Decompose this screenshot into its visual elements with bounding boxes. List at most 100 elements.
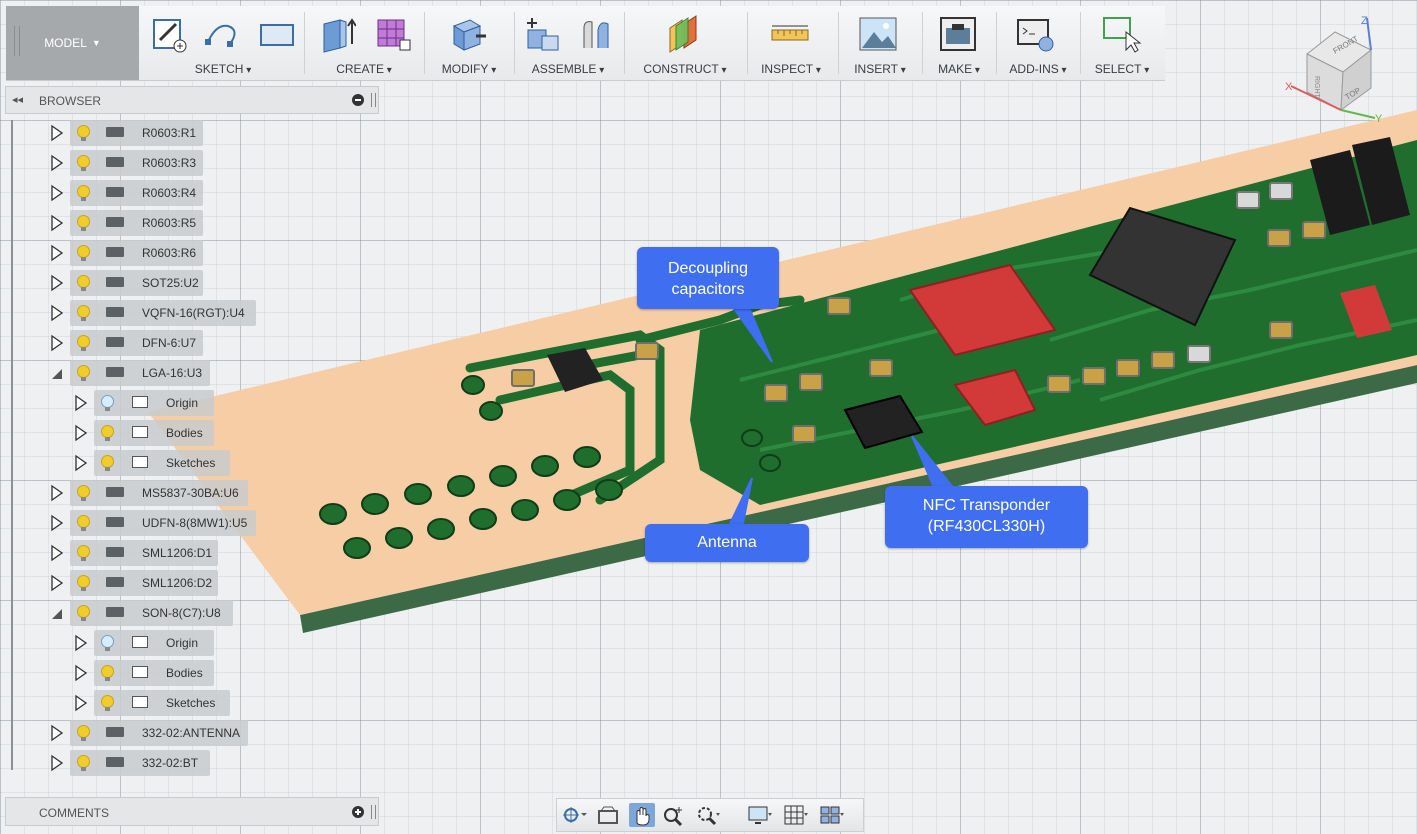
3d-print-icon[interactable] <box>938 14 978 54</box>
row-highlight[interactable]: Sketches <box>94 690 230 716</box>
add-ins-menu-label[interactable]: ADD-INS <box>998 62 1078 76</box>
add-ins-group[interactable]: ADD-INS <box>998 6 1078 80</box>
visibility-lightbulb-icon[interactable] <box>101 635 114 651</box>
create-group[interactable]: CREATE <box>308 6 420 80</box>
visibility-lightbulb-icon[interactable] <box>77 755 90 771</box>
construct-group[interactable]: CONSTRUCT <box>626 6 744 80</box>
modify-group[interactable]: MODIFY <box>426 6 512 80</box>
row-highlight[interactable]: 332-02:ANTENNA <box>70 720 249 746</box>
visibility-lightbulb-icon[interactable] <box>101 425 114 441</box>
browser-scrollbar[interactable] <box>11 120 13 770</box>
visibility-lightbulb-icon[interactable] <box>101 665 114 681</box>
collapsed-arrow-icon[interactable] <box>74 634 88 652</box>
row-highlight[interactable]: DFN-6:U7 <box>70 330 203 356</box>
row-highlight[interactable]: R0603:R1 <box>70 120 203 146</box>
row-highlight[interactable]: Bodies <box>94 420 214 446</box>
orbit-icon[interactable] <box>561 803 587 827</box>
offset-plane-icon[interactable] <box>664 14 704 54</box>
select-menu-label[interactable]: SELECT <box>1082 62 1162 76</box>
grid-settings-icon[interactable] <box>783 803 809 827</box>
select-icon[interactable] <box>1102 14 1142 54</box>
visibility-lightbulb-icon[interactable] <box>77 545 90 561</box>
collapsed-arrow-icon[interactable] <box>50 754 64 772</box>
row-highlight[interactable]: SML1206:D1 <box>70 540 218 566</box>
row-highlight[interactable]: Bodies <box>94 660 214 686</box>
make-group[interactable]: MAKE <box>924 6 994 80</box>
create-menu-label[interactable]: CREATE <box>308 62 420 76</box>
collapsed-arrow-icon[interactable] <box>50 304 64 322</box>
collapsed-arrow-icon[interactable] <box>50 274 64 292</box>
create-sketch-icon[interactable] <box>150 14 190 54</box>
measure-icon[interactable] <box>770 14 810 54</box>
minimize-icon[interactable] <box>352 94 364 106</box>
visibility-lightbulb-icon[interactable] <box>77 275 90 291</box>
visibility-lightbulb-icon[interactable] <box>101 695 114 711</box>
panel-grip[interactable] <box>371 805 376 819</box>
visibility-lightbulb-icon[interactable] <box>77 485 90 501</box>
row-highlight[interactable]: R0603:R5 <box>70 210 203 236</box>
collapsed-arrow-icon[interactable] <box>50 574 64 592</box>
collapsed-arrow-icon[interactable] <box>50 484 64 502</box>
row-highlight[interactable]: Origin <box>94 390 214 416</box>
visibility-lightbulb-icon[interactable] <box>77 215 90 231</box>
row-highlight[interactable]: SOT25:U2 <box>70 270 203 296</box>
assemble-group[interactable]: ASSEMBLE <box>516 6 620 80</box>
viewcube-right-label[interactable]: RIGHT <box>1313 76 1320 99</box>
row-highlight[interactable]: MS5837-30BA:U6 <box>70 480 249 506</box>
expanded-arrow-icon[interactable] <box>50 604 64 622</box>
collapsed-arrow-icon[interactable] <box>74 454 88 472</box>
pan-icon[interactable] <box>629 803 655 827</box>
row-highlight[interactable]: 332-02:BT <box>70 750 211 776</box>
collapsed-arrow-icon[interactable] <box>50 544 64 562</box>
visibility-lightbulb-icon[interactable] <box>77 245 90 261</box>
collapsed-arrow-icon[interactable] <box>50 154 64 172</box>
inspect-group[interactable]: INSPECT <box>748 6 834 80</box>
visibility-lightbulb-icon[interactable] <box>101 395 114 411</box>
sketch-menu-label[interactable]: SKETCH <box>146 62 300 76</box>
collapsed-arrow-icon[interactable] <box>50 724 64 742</box>
collapsed-arrow-icon[interactable] <box>74 664 88 682</box>
visibility-lightbulb-icon[interactable] <box>77 575 90 591</box>
sketch-group[interactable]: SKETCH <box>146 6 300 80</box>
row-highlight[interactable]: LGA-16:U3 <box>70 360 211 386</box>
collapsed-arrow-icon[interactable] <box>74 394 88 412</box>
collapse-panel-icon[interactable]: ◂◂ <box>12 93 23 106</box>
fit-icon[interactable] <box>695 803 721 827</box>
row-highlight[interactable]: SML1206:D2 <box>70 570 218 596</box>
visibility-lightbulb-icon[interactable] <box>77 155 90 171</box>
visibility-lightbulb-icon[interactable] <box>77 125 90 141</box>
toolbar-grip[interactable] <box>14 26 20 56</box>
viewports-icon[interactable] <box>819 803 845 827</box>
visibility-lightbulb-icon[interactable] <box>77 605 90 621</box>
view-cube[interactable]: FRONT TOP RIGHT X Y Z <box>1285 14 1395 124</box>
zoom-icon[interactable] <box>661 803 687 827</box>
add-comment-icon[interactable] <box>352 806 364 818</box>
collapsed-arrow-icon[interactable] <box>74 424 88 442</box>
row-highlight[interactable]: R0603:R4 <box>70 180 203 206</box>
line-icon[interactable] <box>202 14 242 54</box>
row-highlight[interactable]: VQFN-16(RGT):U4 <box>70 300 256 326</box>
row-highlight[interactable]: R0603:R3 <box>70 150 203 176</box>
display-settings-icon[interactable] <box>747 803 773 827</box>
scripts-icon[interactable] <box>1016 14 1056 54</box>
press-pull-icon[interactable] <box>448 14 488 54</box>
row-highlight[interactable]: Origin <box>94 630 214 656</box>
collapsed-arrow-icon[interactable] <box>50 214 64 232</box>
collapsed-arrow-icon[interactable] <box>74 694 88 712</box>
visibility-lightbulb-icon[interactable] <box>77 365 90 381</box>
expanded-arrow-icon[interactable] <box>50 364 64 382</box>
visibility-lightbulb-icon[interactable] <box>77 725 90 741</box>
insert-group[interactable]: INSERT <box>840 6 920 80</box>
collapsed-arrow-icon[interactable] <box>50 514 64 532</box>
panel-grip[interactable] <box>371 93 376 107</box>
row-highlight[interactable]: UDFN-8(8MW1):U5 <box>70 510 256 536</box>
browser-panel-header[interactable]: ◂◂ BROWSER <box>5 86 379 114</box>
select-group[interactable]: SELECT <box>1082 6 1162 80</box>
collapsed-arrow-icon[interactable] <box>50 124 64 142</box>
row-highlight[interactable]: SON-8(C7):U8 <box>70 600 234 626</box>
collapsed-arrow-icon[interactable] <box>50 244 64 262</box>
visibility-lightbulb-icon[interactable] <box>77 305 90 321</box>
workspace-switcher-button[interactable]: MODEL ▼ <box>6 6 139 80</box>
joint-icon[interactable] <box>576 14 616 54</box>
comments-panel-header[interactable]: COMMENTS <box>5 797 379 826</box>
